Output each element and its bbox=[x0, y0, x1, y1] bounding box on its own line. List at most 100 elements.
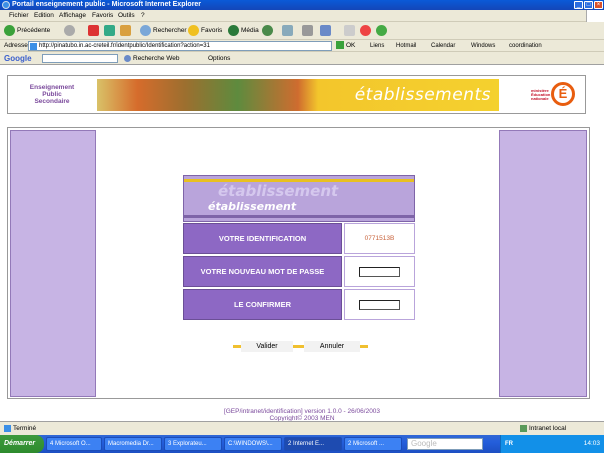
people-icon bbox=[376, 24, 387, 36]
language-indicator[interactable]: FR bbox=[505, 435, 513, 453]
right-sidebar bbox=[499, 130, 587, 397]
new-password-input[interactable] bbox=[359, 266, 400, 277]
taskbar: Démarrer 4 Microsoft O... Macromedia Dr.… bbox=[0, 435, 604, 453]
row-new-password: VOTRE NOUVEAU MOT DE PASSE bbox=[183, 256, 415, 287]
title-bar: Portail enseignement public - Microsoft … bbox=[0, 0, 604, 10]
google-search-input[interactable] bbox=[42, 54, 118, 63]
refresh-button[interactable] bbox=[104, 24, 117, 38]
menu-help[interactable]: ? bbox=[141, 10, 145, 22]
edit-icon bbox=[320, 24, 331, 36]
system-tray: FR 14:03 bbox=[500, 435, 604, 453]
google-logo[interactable]: Google bbox=[4, 52, 32, 65]
forward-arrow-icon bbox=[64, 24, 75, 36]
back-arrow-icon bbox=[4, 24, 15, 36]
messenger-icon bbox=[360, 24, 371, 36]
toolbar: Précédente Rechercher Favoris Média bbox=[0, 22, 604, 40]
close-button[interactable]: × bbox=[594, 1, 603, 9]
ministere-logo: ministère Éducation nationale É bbox=[523, 80, 583, 110]
zone-text: Intranet local bbox=[520, 422, 566, 436]
search-icon bbox=[140, 24, 151, 36]
menu-edition[interactable]: Edition bbox=[34, 10, 54, 22]
task-explorateur[interactable]: 3 Explorateu... bbox=[164, 437, 222, 451]
footer-version: [GEP/intranet/identification] version 1.… bbox=[223, 408, 381, 415]
edit-button[interactable] bbox=[320, 24, 333, 38]
link-coordination[interactable]: coordination bbox=[509, 40, 542, 52]
forward-button[interactable] bbox=[64, 24, 77, 38]
task-internet-explorer[interactable]: 2 Internet E... bbox=[284, 437, 342, 451]
search-icon bbox=[124, 54, 131, 62]
task-microsoft-outlook[interactable]: 4 Microsoft O... bbox=[46, 437, 102, 451]
task-microsoft-word[interactable]: 2 Microsoft ... bbox=[344, 437, 402, 451]
favorites-button[interactable]: Favoris bbox=[188, 24, 222, 38]
submit-button[interactable]: Valider bbox=[233, 341, 301, 352]
home-button[interactable] bbox=[120, 24, 133, 38]
form-title-big: établissement bbox=[218, 182, 339, 200]
taskbar-google-search[interactable]: Google bbox=[407, 438, 483, 450]
mail-icon bbox=[282, 24, 293, 36]
extra-button[interactable] bbox=[376, 24, 389, 38]
form-title: établissement bbox=[208, 200, 297, 213]
cancel-button[interactable]: Annuler bbox=[296, 341, 368, 352]
link-hotmail[interactable]: Hotmail bbox=[396, 40, 416, 52]
banner-title: établissements bbox=[354, 85, 491, 105]
identification-value: 0771513B bbox=[364, 235, 395, 242]
main-frame: établissement établissement VOTRE IDENTI… bbox=[7, 127, 590, 399]
menu-affichage[interactable]: Affichage bbox=[59, 10, 86, 22]
header-banner: établissements bbox=[97, 79, 499, 111]
link-windows[interactable]: Windows bbox=[471, 40, 495, 52]
menu-fichier[interactable]: Fichier bbox=[9, 10, 29, 22]
left-sidebar bbox=[10, 130, 96, 397]
identification-cell: 0771513B bbox=[344, 223, 415, 254]
back-button[interactable]: Précédente bbox=[4, 24, 50, 38]
address-bar: Adresse http://pinatubo.in.ac-creteil.fr… bbox=[0, 40, 604, 52]
task-windows-folder[interactable]: C:\WINDOWS\... bbox=[224, 437, 282, 451]
print-button[interactable] bbox=[302, 24, 315, 38]
new-password-cell bbox=[344, 256, 415, 287]
google-search-web-button[interactable]: Recherche Web bbox=[124, 52, 180, 65]
link-calendar[interactable]: Calendar bbox=[431, 40, 455, 52]
windows-logo-icon bbox=[586, 10, 604, 22]
search-button[interactable]: Rechercher bbox=[140, 24, 187, 38]
discuss-button[interactable] bbox=[344, 24, 357, 38]
task-macromedia[interactable]: Macromedia Dr... bbox=[104, 437, 162, 451]
stop-button[interactable] bbox=[88, 24, 101, 38]
clock: 14:03 bbox=[583, 440, 600, 447]
google-toolbar: Google Recherche Web Options bbox=[0, 52, 604, 65]
intranet-icon bbox=[520, 424, 527, 432]
identification-label: VOTRE IDENTIFICATION bbox=[183, 223, 342, 254]
logo-letter: É bbox=[551, 82, 575, 106]
menu-outils[interactable]: Outils bbox=[118, 10, 135, 22]
window-title: Portail enseignement public - Microsoft … bbox=[12, 1, 202, 8]
minimize-button[interactable]: _ bbox=[574, 1, 583, 9]
home-icon bbox=[120, 24, 131, 36]
row-identification: VOTRE IDENTIFICATION 0771513B bbox=[183, 223, 415, 254]
form-title-banner: établissement établissement bbox=[183, 175, 415, 222]
mail-button[interactable] bbox=[282, 24, 295, 38]
maximize-button[interactable]: □ bbox=[584, 1, 593, 9]
links-label: Liens bbox=[370, 43, 385, 49]
ie-icon bbox=[2, 1, 10, 9]
status-text: Terminé bbox=[4, 422, 36, 436]
confirm-cell bbox=[344, 289, 415, 320]
footer: [GEP/intranet/identification] version 1.… bbox=[0, 408, 604, 422]
confirm-label: LE CONFIRMER bbox=[183, 289, 342, 320]
messenger-button[interactable] bbox=[360, 24, 373, 38]
start-button[interactable]: Démarrer bbox=[0, 435, 44, 453]
status-bar: Terminé Intranet local bbox=[0, 421, 604, 435]
history-button[interactable] bbox=[262, 24, 275, 38]
media-button[interactable]: Média bbox=[228, 24, 259, 38]
star-icon bbox=[188, 24, 199, 36]
stop-icon bbox=[88, 24, 99, 36]
enseignement-public-logo: Enseignement Public Secondaire bbox=[29, 84, 75, 105]
google-options-button[interactable]: Options bbox=[208, 52, 230, 65]
confirm-password-input[interactable] bbox=[359, 299, 400, 310]
history-icon bbox=[262, 24, 273, 36]
site-header: Enseignement Public Secondaire établisse… bbox=[7, 75, 586, 114]
links-bar: Liens Hotmail Calendar Windows coordinat… bbox=[0, 40, 604, 52]
menu-favoris[interactable]: Favoris bbox=[92, 10, 113, 22]
row-confirm: LE CONFIRMER bbox=[183, 289, 415, 320]
discuss-icon bbox=[344, 24, 355, 36]
media-icon bbox=[228, 24, 239, 36]
page-done-icon bbox=[4, 424, 11, 432]
new-password-label: VOTRE NOUVEAU MOT DE PASSE bbox=[183, 256, 342, 287]
